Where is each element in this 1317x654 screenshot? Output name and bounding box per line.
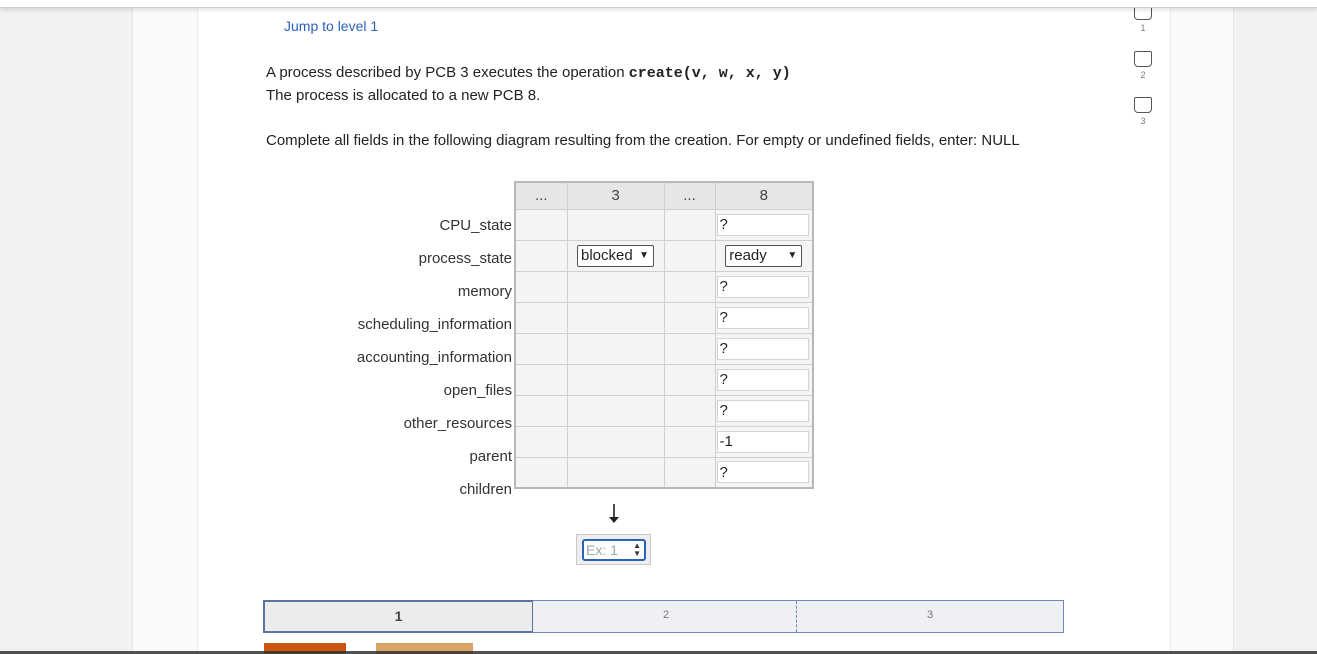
- arrow-down-icon: [609, 504, 619, 523]
- pcb8-cpu-state-input[interactable]: [716, 213, 809, 236]
- table-cell: [714, 394, 814, 427]
- pcb8-process-state-select[interactable]: ready ▼: [725, 244, 803, 267]
- chevron-down-icon: ▼: [639, 249, 649, 261]
- table-row: [514, 425, 814, 458]
- row-label-parent: parent: [469, 448, 512, 465]
- table-cell: [714, 270, 814, 303]
- pcb8-memory-input[interactable]: [716, 275, 809, 298]
- pcb-header-row: ... 3 ... 8: [514, 181, 814, 210]
- table-cell: ready ▼: [714, 239, 814, 272]
- table-cell: [514, 394, 568, 427]
- table-row: [514, 208, 814, 241]
- column-header-pcb8: 8: [714, 181, 814, 210]
- table-cell: [663, 332, 716, 365]
- table-cell: [514, 239, 568, 272]
- row-label-process-state: process_state: [418, 250, 512, 267]
- table-cell: [714, 456, 814, 489]
- level-progress-bar: 1 2 3: [263, 600, 1064, 633]
- prompt-line-2: The process is allocated to a new PCB 8.: [266, 87, 541, 104]
- pcb-table: ... 3 ... 8 blocked ▼ ready ▼: [514, 181, 814, 489]
- side-level-number: 2: [1140, 70, 1146, 80]
- table-cell: [663, 456, 716, 489]
- table-row: [514, 456, 814, 489]
- level-2-button[interactable]: 2: [534, 600, 798, 633]
- table-cell: [514, 456, 568, 489]
- table-cell: [514, 425, 568, 458]
- chevron-down-icon: ▼: [787, 249, 798, 261]
- side-level-number: 3: [1140, 116, 1146, 126]
- prompt-line-1: A process described by PCB 3 executes th…: [266, 64, 791, 82]
- pcb8-scheduling-information-input[interactable]: [716, 306, 809, 329]
- select-value: blocked: [581, 246, 633, 264]
- table-cell: [566, 394, 665, 427]
- row-label-scheduling-information: scheduling_information: [357, 316, 512, 333]
- table-cell: [566, 363, 665, 396]
- operation-code: create(v, w, x, y): [628, 65, 791, 82]
- row-label-other-resources: other_resources: [403, 415, 512, 432]
- row-label-open-files: open_files: [443, 382, 512, 399]
- prompt-text: A process described by PCB 3 executes th…: [266, 64, 629, 81]
- row-label-accounting-information: accounting_information: [356, 349, 512, 366]
- pcb8-other-resources-input[interactable]: [716, 399, 809, 422]
- table-cell: [566, 301, 665, 334]
- jump-to-level-link[interactable]: Jump to level 1: [284, 18, 378, 34]
- prompt-instructions: Complete all fields in the following dia…: [266, 132, 1020, 149]
- pcb3-child-box: Ex: 1 ▲ ▼: [576, 534, 651, 565]
- table-cell: [514, 363, 568, 396]
- table-cell: [663, 394, 716, 427]
- table-row: [514, 270, 814, 303]
- select-value: ready: [729, 246, 767, 264]
- side-level-number: 1: [1140, 23, 1146, 33]
- side-level-3[interactable]: 3: [1132, 97, 1154, 126]
- table-cell: [514, 208, 568, 241]
- pcb3-child-number-input[interactable]: Ex: 1 ▲ ▼: [582, 539, 646, 561]
- pcb8-parent-input[interactable]: [716, 430, 809, 453]
- spinner-icon[interactable]: ▲ ▼: [633, 542, 641, 558]
- row-label-children: children: [459, 481, 512, 498]
- table-cell: [663, 208, 716, 241]
- level-1-button[interactable]: 1: [263, 600, 534, 633]
- level-divider: [796, 601, 797, 632]
- level-badge-icon: [1134, 51, 1152, 67]
- table-cell: [663, 301, 716, 334]
- table-cell: [566, 270, 665, 303]
- table-cell: [514, 301, 568, 334]
- table-row: [514, 363, 814, 396]
- table-row: [514, 394, 814, 427]
- table-cell: [566, 208, 665, 241]
- table-row: [514, 301, 814, 334]
- column-header-ellipsis: ...: [663, 181, 716, 210]
- table-cell: [663, 239, 716, 272]
- column-header-pcb3: 3: [566, 181, 665, 210]
- table-cell: [566, 425, 665, 458]
- top-bar: [0, 0, 1317, 8]
- row-label-memory: memory: [457, 283, 512, 300]
- table-cell: [566, 456, 665, 489]
- table-cell: [663, 425, 716, 458]
- table-cell: [663, 270, 716, 303]
- level-3-button[interactable]: 3: [797, 600, 1063, 633]
- level-badge-icon: [1134, 97, 1152, 113]
- table-cell: [714, 301, 814, 334]
- pcb8-accounting-information-input[interactable]: [716, 337, 809, 360]
- pcb8-open-files-input[interactable]: [716, 368, 809, 391]
- table-cell: [714, 425, 814, 458]
- pcb8-children-input[interactable]: [716, 461, 809, 484]
- child-input-placeholder: Ex: 1: [586, 542, 618, 558]
- table-cell: [714, 363, 814, 396]
- table-cell: [714, 332, 814, 365]
- table-cell: [714, 208, 814, 241]
- table-cell: [514, 332, 568, 365]
- table-row: [514, 332, 814, 365]
- table-cell: blocked ▼: [566, 239, 665, 272]
- pcb3-process-state-select[interactable]: blocked ▼: [577, 244, 654, 267]
- table-row: blocked ▼ ready ▼: [514, 239, 814, 272]
- table-cell: [514, 270, 568, 303]
- column-header-ellipsis: ...: [514, 181, 568, 210]
- row-label-cpu-state: CPU_state: [439, 217, 512, 234]
- table-cell: [566, 332, 665, 365]
- table-cell: [663, 363, 716, 396]
- side-level-2[interactable]: 2: [1132, 51, 1154, 80]
- side-level-1[interactable]: 1: [1132, 4, 1154, 33]
